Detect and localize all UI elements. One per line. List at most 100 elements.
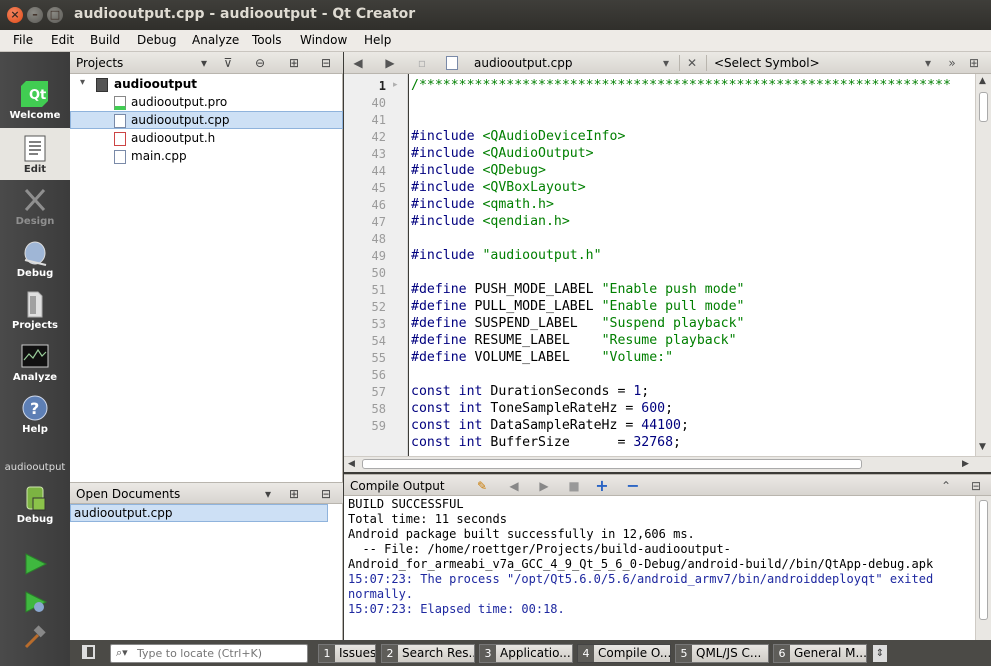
code-token: #include bbox=[411, 146, 483, 161]
menu-analyze[interactable]: Analyze bbox=[192, 32, 239, 48]
editor-file-selector[interactable]: audiooutput.cpp bbox=[474, 56, 572, 70]
output-vertical-scrollbar[interactable] bbox=[975, 496, 991, 640]
qt-logo-icon: Qt bbox=[21, 81, 48, 107]
menu-edit[interactable]: Edit bbox=[51, 32, 74, 48]
code-token: 600 bbox=[641, 401, 666, 416]
chevron-down-icon[interactable]: ▾ bbox=[658, 55, 674, 71]
zoom-in-icon[interactable]: + bbox=[594, 478, 610, 494]
line-number: 50 bbox=[371, 266, 386, 280]
code-token: int bbox=[458, 401, 491, 416]
code-token: #define bbox=[411, 350, 475, 365]
mode-debug[interactable]: Debug bbox=[0, 232, 70, 284]
fold-marker-icon[interactable]: ▸ bbox=[393, 80, 398, 90]
output-tab-general-messages[interactable]: 6 General M... bbox=[773, 644, 867, 663]
debug-run-icon[interactable] bbox=[22, 590, 48, 614]
close-pane-icon[interactable]: ⊟ bbox=[318, 55, 334, 71]
status-bar: ⌕▾ 1 Issues 2 Search Res... 3 Applicatio… bbox=[70, 640, 991, 666]
more-tabs-chevron-icon[interactable]: ⇕ bbox=[873, 645, 887, 662]
tab-label: Search Res... bbox=[402, 646, 475, 660]
open-documents-title: Open Documents bbox=[76, 487, 181, 501]
output-tab-qml-js-console[interactable]: 5 QML/JS C... bbox=[675, 644, 769, 663]
output-tab-compile-output[interactable]: 4 Compile O... bbox=[577, 644, 671, 663]
menu-build[interactable]: Build bbox=[90, 32, 120, 48]
editor-horizontal-scrollbar[interactable]: ◀ ▶ bbox=[344, 456, 991, 472]
window-close-button[interactable]: × bbox=[7, 7, 23, 23]
split-icon[interactable]: ⊞ bbox=[286, 55, 302, 71]
kit-selector[interactable]: Debug bbox=[0, 478, 70, 530]
chevron-down-icon[interactable]: ▾ bbox=[260, 486, 276, 502]
scroll-thumb[interactable] bbox=[979, 92, 988, 122]
output-tab-issues[interactable]: 1 Issues bbox=[318, 644, 376, 663]
open-document-item[interactable]: audiooutput.cpp bbox=[70, 504, 328, 522]
scroll-thumb[interactable] bbox=[362, 459, 862, 469]
maximize-pane-icon[interactable]: ⌃ bbox=[938, 478, 954, 494]
build-hammer-icon[interactable] bbox=[22, 625, 48, 651]
stop-icon[interactable]: ■ bbox=[566, 478, 582, 494]
mode-edit[interactable]: Edit bbox=[0, 128, 70, 180]
code-token: #include bbox=[411, 180, 483, 195]
menu-debug[interactable]: Debug bbox=[137, 32, 176, 48]
link-icon[interactable]: ⊖ bbox=[252, 55, 268, 71]
output-line: -- File: /home/roettger/Projects/build-a… bbox=[348, 542, 731, 556]
mode-projects[interactable]: Projects bbox=[0, 284, 70, 336]
mode-analyze[interactable]: Analyze bbox=[0, 336, 70, 388]
locator[interactable]: ⌕▾ bbox=[110, 644, 308, 663]
tab-label: QML/JS C... bbox=[696, 646, 762, 660]
code-line: #include <QVBoxLayout> bbox=[411, 180, 586, 195]
more-chevron-icon[interactable]: » bbox=[944, 55, 960, 71]
open-documents-header: Open Documents ▾ ⊞ ⊟ bbox=[70, 482, 343, 504]
line-number: 53 bbox=[371, 317, 386, 331]
code-token: 32768 bbox=[633, 435, 674, 450]
tree-file[interactable]: main.cpp bbox=[70, 148, 343, 166]
tree-file[interactable]: audiooutput.pro bbox=[70, 94, 343, 112]
close-document-icon[interactable]: ✕ bbox=[684, 55, 700, 71]
line-number: 59 bbox=[371, 419, 386, 433]
run-icon[interactable] bbox=[22, 552, 48, 576]
split-icon[interactable]: ⊞ bbox=[286, 486, 302, 502]
chevron-down-icon[interactable]: ▾ bbox=[196, 55, 212, 71]
mode-help[interactable]: ? Help bbox=[0, 388, 70, 440]
editor-vertical-scrollbar[interactable]: ▲ ▼ bbox=[975, 74, 991, 456]
debug-bug-icon bbox=[24, 241, 47, 266]
previous-item-icon[interactable]: ◀ bbox=[506, 478, 522, 494]
menu-window[interactable]: Window bbox=[300, 32, 347, 48]
filter-icon[interactable]: ⊽ bbox=[220, 55, 236, 71]
scroll-left-icon[interactable]: ◀ bbox=[348, 459, 355, 469]
close-pane-icon[interactable]: ⊟ bbox=[318, 486, 334, 502]
next-item-icon[interactable]: ▶ bbox=[536, 478, 552, 494]
mode-welcome[interactable]: Qt Welcome bbox=[0, 74, 70, 126]
back-arrow-icon[interactable]: ◀ bbox=[350, 55, 366, 71]
menu-file[interactable]: File bbox=[13, 32, 33, 48]
chevron-down-icon[interactable]: ▾ bbox=[920, 55, 936, 71]
menu-tools[interactable]: Tools bbox=[252, 32, 282, 48]
toggle-sidebar-icon[interactable] bbox=[82, 645, 95, 659]
code-token: #define bbox=[411, 316, 475, 331]
close-pane-icon[interactable]: ⊟ bbox=[968, 478, 984, 494]
window-minimize-button[interactable]: – bbox=[27, 7, 43, 23]
scroll-down-icon[interactable]: ▼ bbox=[979, 442, 986, 452]
code-line: #include <qendian.h> bbox=[411, 214, 570, 229]
window-maximize-button[interactable]: □ bbox=[47, 7, 63, 23]
project-root[interactable]: ▾ audiooutput bbox=[70, 76, 343, 94]
chevron-down-icon[interactable]: ▾ bbox=[80, 77, 85, 88]
tree-file[interactable]: audiooutput.h bbox=[70, 130, 343, 148]
symbol-selector[interactable]: <Select Symbol> bbox=[714, 56, 820, 70]
output-tab-application-output[interactable]: 3 Applicatio... bbox=[479, 644, 573, 663]
forward-arrow-icon[interactable]: ▶ bbox=[382, 55, 398, 71]
zoom-out-icon[interactable]: − bbox=[625, 478, 641, 494]
menu-help[interactable]: Help bbox=[364, 32, 391, 48]
scroll-up-icon[interactable]: ▲ bbox=[979, 76, 986, 86]
lock-icon: ▫ bbox=[417, 56, 427, 70]
tree-file-selected[interactable]: audiooutput.cpp bbox=[70, 111, 343, 129]
scroll-thumb[interactable] bbox=[979, 500, 988, 620]
split-icon[interactable]: ⊞ bbox=[966, 55, 982, 71]
scroll-right-icon[interactable]: ▶ bbox=[962, 459, 969, 469]
locator-input[interactable] bbox=[137, 646, 305, 661]
mode-design[interactable]: Design bbox=[0, 180, 70, 232]
code-editor[interactable]: /***************************************… bbox=[409, 74, 975, 456]
output-tab-search-results[interactable]: 2 Search Res... bbox=[381, 644, 475, 663]
code-token: DataSampleRateHz = bbox=[490, 418, 642, 433]
clear-output-icon[interactable]: ✎ bbox=[474, 478, 490, 494]
output-line: Android_for_armeabi_v7a_GCC_4_9_Qt_5_6_0… bbox=[348, 557, 934, 571]
code-line: #include "audiooutput.h" bbox=[411, 248, 602, 263]
